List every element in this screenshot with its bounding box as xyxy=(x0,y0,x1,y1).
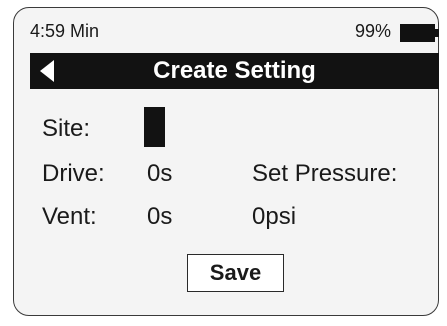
drive-label: Drive: xyxy=(42,160,105,187)
battery-percent: 99% xyxy=(354,21,391,41)
drive-value[interactable]: 0s xyxy=(147,160,172,188)
site-label: Site: xyxy=(42,115,91,142)
status-bar: 4:59 Min 99% xyxy=(30,14,440,46)
battery-icon xyxy=(400,24,440,42)
save-button[interactable]: Save xyxy=(187,254,284,292)
timer-text: 4:59 Min xyxy=(30,21,100,41)
page-title: Create Setting xyxy=(153,57,316,84)
set-pressure-label: Set Pressure: xyxy=(252,160,398,187)
vent-label: Vent: xyxy=(42,203,97,230)
vent-value[interactable]: 0s xyxy=(147,203,172,231)
site-input-cursor[interactable] xyxy=(144,107,165,147)
set-pressure-value[interactable]: 0psi xyxy=(252,203,296,231)
title-bar: Create Setting xyxy=(30,53,439,89)
